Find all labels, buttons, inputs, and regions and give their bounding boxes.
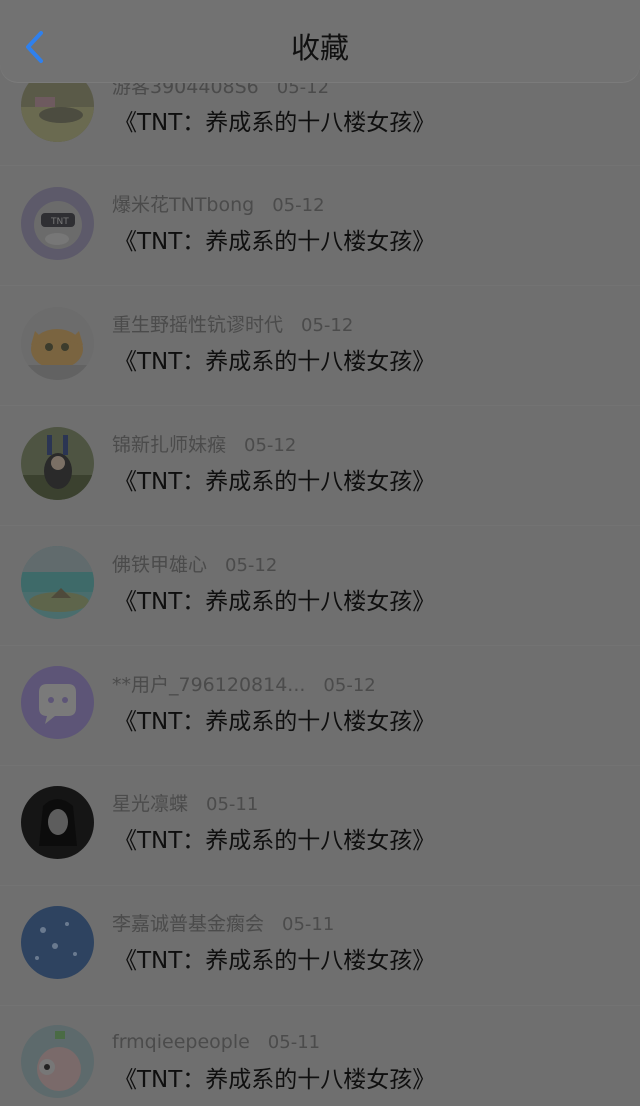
avatar — [21, 786, 94, 859]
username: frmqieepeople — [112, 1031, 250, 1053]
avatar-image-icon — [21, 906, 94, 979]
item-title[interactable]: 《TNT：养成系的十八楼女孩》 — [114, 1062, 435, 1098]
item-date: 05-12 — [225, 555, 278, 576]
username: 佛铁甲雄心 — [112, 554, 208, 576]
item-date: 05-11 — [206, 794, 259, 815]
page-title: 收藏 — [290, 31, 349, 65]
item-meta: 星光凛蝶 05-11 — [112, 790, 258, 818]
item-title[interactable]: 《TNT：养成系的十八楼女孩》 — [114, 464, 435, 500]
item-meta: **用户_796120814... 05-12 — [112, 671, 376, 699]
item-title[interactable]: 《TNT：养成系的十八楼女孩》 — [114, 224, 435, 260]
item-meta: 重生野摇性钪谬时代 05-12 — [112, 311, 353, 339]
username: 爆米花TNTbong — [112, 194, 255, 216]
item-meta: 佛铁甲雄心 05-12 — [112, 551, 277, 579]
list-item[interactable]: 李嘉诚普基金瘸会 05-11 《TNT：养成系的十八楼女孩》 — [0, 885, 640, 1005]
username: 李嘉诚普基金瘸会 — [112, 913, 265, 935]
list-item[interactable]: 重生野摇性钪谬时代 05-12 《TNT：养成系的十八楼女孩》 — [0, 285, 640, 405]
list-item[interactable]: 星光凛蝶 05-11 《TNT：养成系的十八楼女孩》 — [0, 765, 640, 885]
avatar-image-icon — [21, 1025, 94, 1098]
avatar — [21, 546, 94, 619]
favorites-list: 游客3904408S6 05-12 《TNT：养成系的十八楼女孩》 TNT 爆米花… — [0, 0, 640, 1106]
item-meta: 李嘉诚普基金瘸会 05-11 — [112, 910, 334, 938]
list-item[interactable]: **用户_796120814... 05-12 《TNT：养成系的十八楼女孩》 — [0, 645, 640, 765]
item-date: 05-12 — [323, 675, 376, 696]
avatar: TNT — [21, 187, 94, 260]
avatar — [21, 307, 94, 380]
item-meta: 爆米花TNTbong 05-12 — [112, 191, 325, 219]
item-title[interactable]: 《TNT：养成系的十八楼女孩》 — [114, 823, 435, 859]
username: **用户_796120814... — [112, 674, 306, 696]
avatar-image-icon: TNT — [21, 187, 94, 260]
item-title[interactable]: 《TNT：养成系的十八楼女孩》 — [114, 704, 435, 740]
item-title[interactable]: 《TNT：养成系的十八楼女孩》 — [114, 943, 435, 979]
username: 星光凛蝶 — [112, 793, 189, 815]
item-date: 05-11 — [267, 1032, 321, 1053]
avatar-image-icon — [21, 427, 94, 500]
item-meta: frmqieepeople 05-11 — [112, 1028, 320, 1056]
item-title[interactable]: 《TNT：养成系的十八楼女孩》 — [114, 344, 435, 380]
item-title[interactable]: 《TNT：养成系的十八楼女孩》 — [114, 105, 435, 141]
avatar-image-icon — [21, 307, 94, 380]
list-item[interactable]: frmqieepeople 05-11 《TNT：养成系的十八楼女孩》 — [0, 1005, 640, 1106]
app-header: 收藏 — [0, 0, 640, 82]
item-title[interactable]: 《TNT：养成系的十八楼女孩》 — [114, 584, 435, 620]
item-date: 05-12 — [301, 315, 354, 336]
item-meta: 锦新扎师妹瘊 05-12 — [112, 431, 296, 459]
list-item[interactable]: 佛铁甲雄心 05-12 《TNT：养成系的十八楼女孩》 — [0, 525, 640, 645]
avatar — [21, 427, 94, 500]
avatar — [21, 666, 94, 739]
avatar-image-icon — [21, 546, 94, 619]
avatar — [21, 906, 94, 979]
item-date: 05-11 — [282, 914, 335, 935]
svg-text:TNT: TNT — [50, 217, 69, 227]
username: 锦新扎师妹瘊 — [112, 434, 227, 456]
item-date: 05-12 — [272, 195, 325, 216]
avatar-image-icon — [21, 786, 94, 859]
default-avatar-icon — [21, 666, 94, 739]
item-date: 05-12 — [244, 435, 297, 456]
avatar — [21, 1025, 94, 1098]
list-item[interactable]: 锦新扎师妹瘊 05-12 《TNT：养成系的十八楼女孩》 — [0, 405, 640, 525]
list-item[interactable]: TNT 爆米花TNTbong 05-12 《TNT：养成系的十八楼女孩》 — [0, 165, 640, 285]
username: 重生野摇性钪谬时代 — [112, 314, 284, 336]
